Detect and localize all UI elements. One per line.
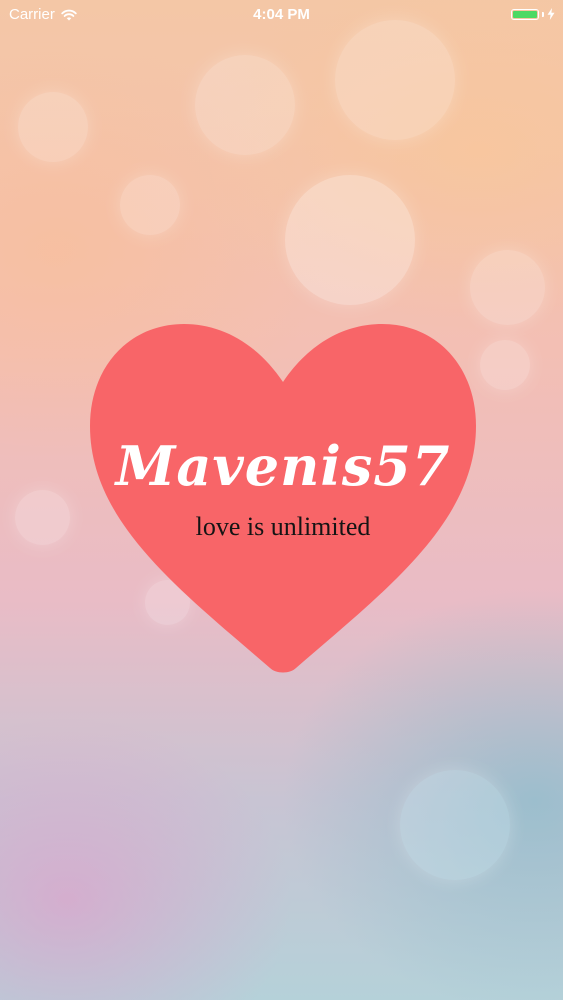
app-name: Mavenis57 [115, 434, 451, 498]
battery-fill [513, 10, 537, 18]
battery-tip [542, 11, 544, 17]
battery-icon [511, 8, 539, 20]
splash-heart: Mavenis57 love is unlimited [88, 322, 478, 678]
heart-icon [90, 324, 476, 673]
bolt-icon [547, 8, 555, 20]
status-bar: Carrier 4:04 PM [0, 0, 563, 30]
tagline: love is unlimited [195, 512, 371, 541]
battery-indicator [511, 8, 555, 20]
status-time: 4:04 PM [253, 6, 310, 23]
